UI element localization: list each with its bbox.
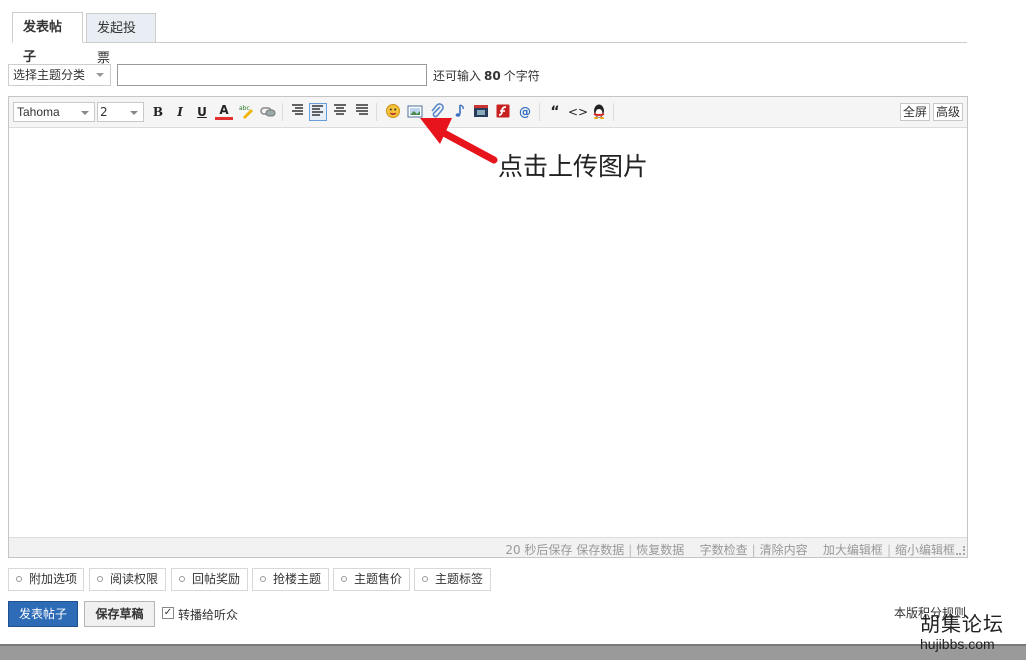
align-left-icon	[312, 105, 323, 116]
toolbar-separator	[282, 103, 283, 121]
bullet-icon	[179, 576, 185, 582]
char-remaining: 还可输入 80 个字符	[433, 67, 540, 84]
bullet-icon	[16, 576, 22, 582]
save-draft-button[interactable]: 保存草稿	[84, 601, 155, 627]
fullscreen-button[interactable]: 全屏	[900, 103, 931, 121]
bullet-icon	[97, 576, 103, 582]
option-label: 主题标签	[435, 572, 484, 586]
annotation-arrow	[420, 118, 498, 164]
divider: |	[886, 543, 891, 557]
char-remaining-suffix: 个字符	[503, 69, 540, 83]
smiley-icon	[386, 104, 400, 118]
align-center-button[interactable]	[331, 103, 349, 121]
align-justify-button[interactable]	[353, 103, 371, 121]
tab-new-post[interactable]: 发表帖子	[12, 12, 83, 65]
qq-button[interactable]	[590, 103, 608, 121]
submit-post-button[interactable]: 发表帖子	[8, 601, 78, 627]
bold-button[interactable]: B	[149, 103, 167, 121]
option-extra[interactable]: 附加选项	[8, 568, 84, 591]
action-row: 发表帖子 保存草稿 ✓ 转播给听众 本版积分规则	[8, 601, 1026, 627]
underline-button[interactable]: U	[193, 103, 211, 121]
option-label: 主题售价	[354, 572, 403, 586]
svg-text:abc: abc	[239, 105, 250, 112]
annotation-text: 点击上传图片	[498, 152, 649, 181]
category-select[interactable]: 选择主题分类	[8, 64, 111, 86]
chevron-down-icon	[130, 111, 138, 115]
mention-button[interactable]: @	[516, 103, 534, 121]
option-tags[interactable]: 主题标签	[414, 568, 491, 591]
font-color-button[interactable]: A	[215, 103, 233, 120]
option-read-permission[interactable]: 阅读权限	[89, 568, 166, 591]
restore-data-link[interactable]: 恢复数据	[636, 543, 684, 557]
subject-row: 选择主题分类 还可输入 80 个字符	[8, 64, 968, 86]
align-justify-icon	[356, 104, 368, 115]
link-button[interactable]	[259, 103, 277, 121]
align-center-icon	[334, 104, 346, 115]
font-size-value: 2	[100, 105, 108, 119]
font-size-select[interactable]: 2	[97, 102, 144, 122]
highlighter-icon: abc	[239, 105, 253, 119]
font-family-value: Tahoma	[17, 105, 60, 119]
italic-button[interactable]: I	[171, 103, 189, 121]
option-reply-reward[interactable]: 回帖奖励	[171, 568, 248, 591]
enlarge-editor-link[interactable]: 加大编辑框	[823, 543, 883, 557]
bullet-icon	[341, 576, 347, 582]
background-color-button[interactable]: abc	[237, 103, 255, 121]
save-data-link[interactable]: 保存数据	[576, 543, 624, 557]
toolbar-separator	[376, 103, 377, 121]
shrink-editor-link[interactable]: 缩小编辑框	[895, 543, 955, 557]
option-floor-grab[interactable]: 抢楼主题	[252, 568, 329, 591]
toolbar-separator	[539, 103, 540, 121]
resize-grip-icon[interactable]	[956, 546, 965, 555]
at-icon: @	[519, 105, 531, 119]
word-check-link[interactable]: 字数检查	[700, 543, 748, 557]
clear-content-link[interactable]: 清除内容	[760, 543, 808, 557]
quote-button[interactable]: “	[546, 103, 564, 121]
editor-content-area[interactable]	[9, 128, 967, 537]
option-label: 回帖奖励	[192, 572, 241, 586]
watermark-url: hujibbs.com	[920, 636, 995, 652]
advanced-mode-button[interactable]: 高级	[933, 103, 964, 121]
bullet-icon	[422, 576, 428, 582]
option-label: 阅读权限	[110, 572, 159, 586]
editor-status-links: 20 秒后保存 保存数据 | 恢复数据 字数检查 | 清除内容 加大编辑框 | 缩小编辑框	[505, 541, 955, 558]
option-label: 抢楼主题	[273, 572, 322, 586]
watermark-title: 胡集论坛	[920, 612, 1004, 636]
smiley-button[interactable]	[384, 103, 402, 121]
option-price[interactable]: 主题售价	[333, 568, 410, 591]
toolbar-separator	[613, 103, 614, 121]
link-icon	[260, 107, 276, 117]
divider: |	[751, 543, 756, 557]
penguin-icon	[593, 104, 605, 119]
option-label: 附加选项	[29, 572, 78, 586]
broadcast-checkbox[interactable]: ✓	[162, 607, 174, 619]
post-type-tabs: 发表帖子 发起投票	[12, 12, 967, 66]
font-family-select[interactable]: Tahoma	[13, 102, 95, 122]
align-right-button[interactable]	[288, 103, 306, 121]
align-right-icon	[292, 104, 303, 115]
bottom-bar	[0, 644, 1026, 660]
autosave-countdown: 20 秒后保存	[505, 543, 573, 557]
editor-statusbar: 20 秒后保存 保存数据 | 恢复数据 字数检查 | 清除内容 加大编辑框 | 缩小编辑框	[9, 537, 967, 557]
char-remaining-count: 80	[484, 69, 501, 83]
align-left-button[interactable]	[309, 103, 327, 121]
subject-input[interactable]	[117, 64, 427, 86]
broadcast-label: 转播给听众	[178, 608, 239, 622]
category-select-value: 选择主题分类	[13, 68, 86, 82]
chevron-down-icon	[96, 73, 104, 77]
divider: |	[628, 543, 633, 557]
bullet-icon	[260, 576, 266, 582]
chevron-down-icon	[81, 111, 89, 115]
char-remaining-prefix: 还可输入	[433, 69, 482, 83]
code-button[interactable]: <>	[568, 103, 588, 121]
tab-new-poll[interactable]: 发起投票	[86, 13, 156, 66]
